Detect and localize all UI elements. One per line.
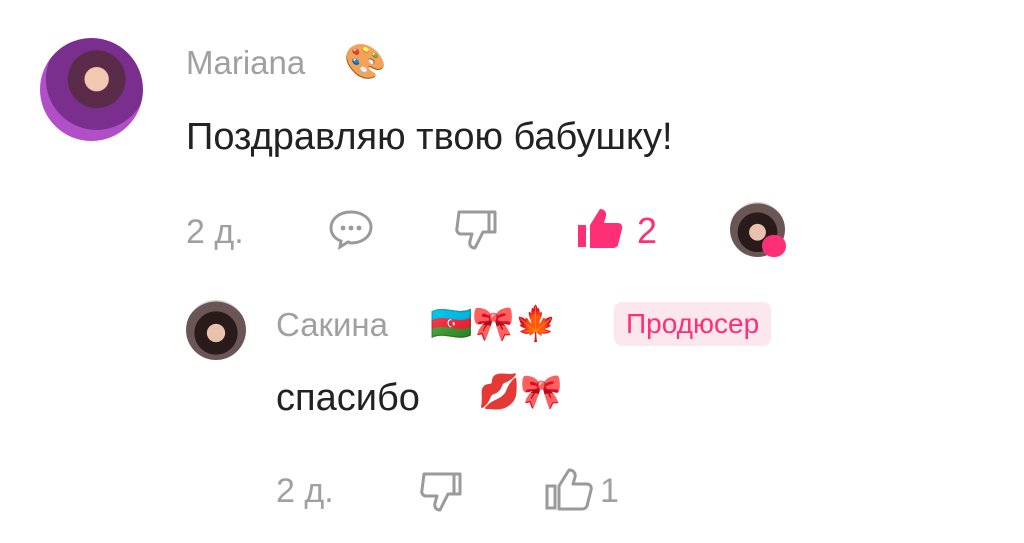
palette-emoji: 🎨 (344, 42, 387, 82)
reply-like-icon[interactable] (545, 468, 593, 512)
producer-badge: Продюсер (614, 302, 772, 346)
comment-text: Поздравляю твою бабушку! (186, 116, 673, 158)
reply-time: 2 д. (276, 472, 334, 510)
reply-avatar[interactable] (186, 300, 246, 360)
reply-text: спасибо (276, 377, 420, 419)
reply-dislike-icon[interactable] (418, 470, 464, 514)
reply-author-name[interactable]: Сакина (276, 306, 388, 344)
comment-time: 2 д. (186, 213, 244, 251)
commenter-name[interactable]: Mariana (186, 44, 305, 82)
reply-like-count: 1 (600, 472, 619, 510)
dislike-icon[interactable] (453, 208, 499, 252)
like-count: 2 (637, 210, 658, 251)
like-icon[interactable] (576, 207, 624, 249)
reply-author-emojis: 🇦🇿🎀🍁 (430, 304, 558, 344)
reply-text-emojis: 💋🎀 (478, 372, 563, 412)
heart-icon (762, 235, 786, 257)
reply-icon[interactable] (327, 208, 375, 250)
commenter-avatar[interactable] (40, 38, 143, 141)
